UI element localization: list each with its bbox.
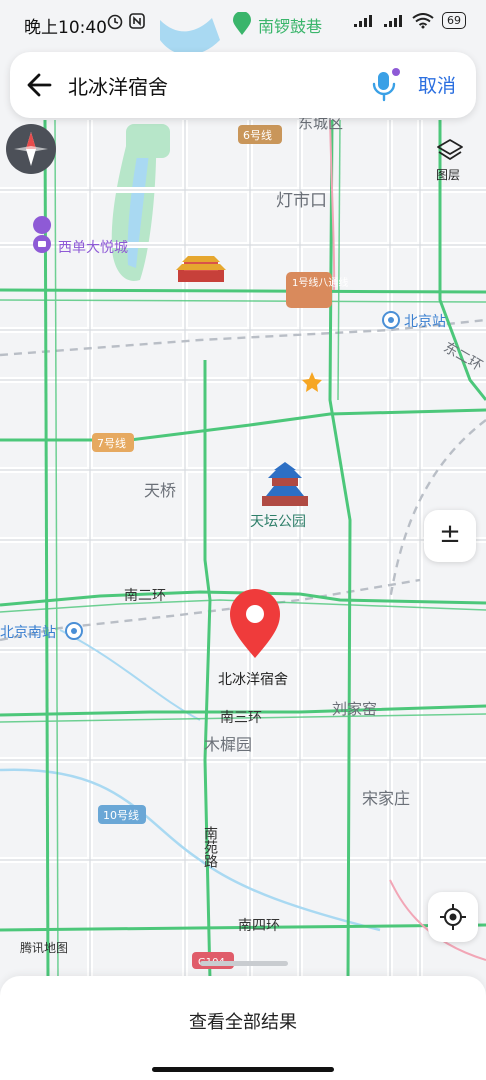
zoom-icon: ± — [439, 519, 461, 549]
search-query[interactable]: 北冰洋宿舍 — [68, 71, 168, 100]
locate-me-button[interactable] — [428, 892, 478, 942]
poi-label-beijing-south-station: 北京南站 — [0, 625, 56, 641]
location-pin-icon — [246, 605, 264, 623]
home-indicator[interactable] — [152, 1067, 334, 1072]
signal-icon-2 — [384, 14, 402, 27]
view-all-results-button[interactable]: 查看全部结果 — [0, 1008, 486, 1034]
map-label-dengshikou: 灯市口 — [276, 191, 327, 211]
badge-line1-batong: 1号线八通线 — [292, 276, 348, 289]
battery-indicator: 69 — [442, 12, 466, 29]
poi-label-temple-of-heaven: 天坛公园 — [250, 514, 306, 530]
wifi-icon — [412, 12, 434, 28]
map-label-songjiazhuang: 宋家庄 — [362, 789, 410, 808]
poi-beijing-south-station[interactable]: 北京南站 — [0, 622, 83, 641]
map-canvas[interactable]: 东城区 灯市口 天桥 木樨园 刘家窑 宋家庄 东二环 南二环 南三环 南四环 南… — [0, 0, 486, 980]
layers-button[interactable]: 图层 — [428, 134, 472, 186]
search-bar: 北冰洋宿舍 取消 — [10, 52, 476, 118]
now-playing-location-icon — [233, 12, 251, 35]
road-label-south-fourth-ring: 南四环 — [238, 918, 280, 934]
badge-line6: 6号线 — [243, 128, 272, 142]
map-label-tianqiao: 天桥 — [144, 481, 176, 500]
layers-icon — [437, 139, 463, 160]
compass-icon — [14, 132, 48, 166]
map-provider-logo: 腾讯地图 — [20, 940, 68, 955]
result-marker-label: 北冰洋宿舍 — [218, 671, 288, 688]
layers-label: 图层 — [436, 168, 461, 182]
poi-label-beijing-station: 北京站 — [404, 314, 446, 330]
map-label-muxiyuan: 木樨园 — [204, 735, 252, 754]
poi-beijing-station[interactable]: 北京站 — [382, 311, 446, 330]
status-bar: 晚上10:40 南锣鼓巷 69 — [0, 0, 486, 48]
voice-input-mic-icon[interactable] — [366, 66, 402, 104]
poi-label-xidan: 西单大悦城 — [58, 240, 128, 256]
crosshair-location-icon — [440, 904, 466, 930]
badge-line10: 10号线 — [103, 808, 139, 822]
road-label-south-second-ring: 南二环 — [124, 588, 166, 604]
sheet-drag-handle[interactable] — [200, 961, 288, 966]
back-arrow-icon[interactable] — [24, 68, 58, 102]
cancel-button[interactable]: 取消 — [418, 71, 456, 98]
alarm-icon — [107, 14, 123, 30]
now-playing-text: 南锣鼓巷 — [258, 17, 323, 36]
map-label-liujiayao: 刘家窑 — [332, 700, 377, 718]
zoom-button[interactable]: ± — [424, 510, 476, 562]
badge-line7: 7号线 — [97, 436, 126, 450]
road-label-nanyuan: 南苑路 — [202, 826, 218, 868]
signal-icon — [354, 14, 372, 27]
status-time: 晚上10:40 — [24, 18, 107, 38]
nfc-icon — [129, 13, 145, 29]
compass-button[interactable] — [6, 124, 56, 174]
results-bottom-sheet: 查看全部结果 — [0, 976, 486, 1080]
road-label-south-third-ring: 南三环 — [220, 710, 262, 726]
